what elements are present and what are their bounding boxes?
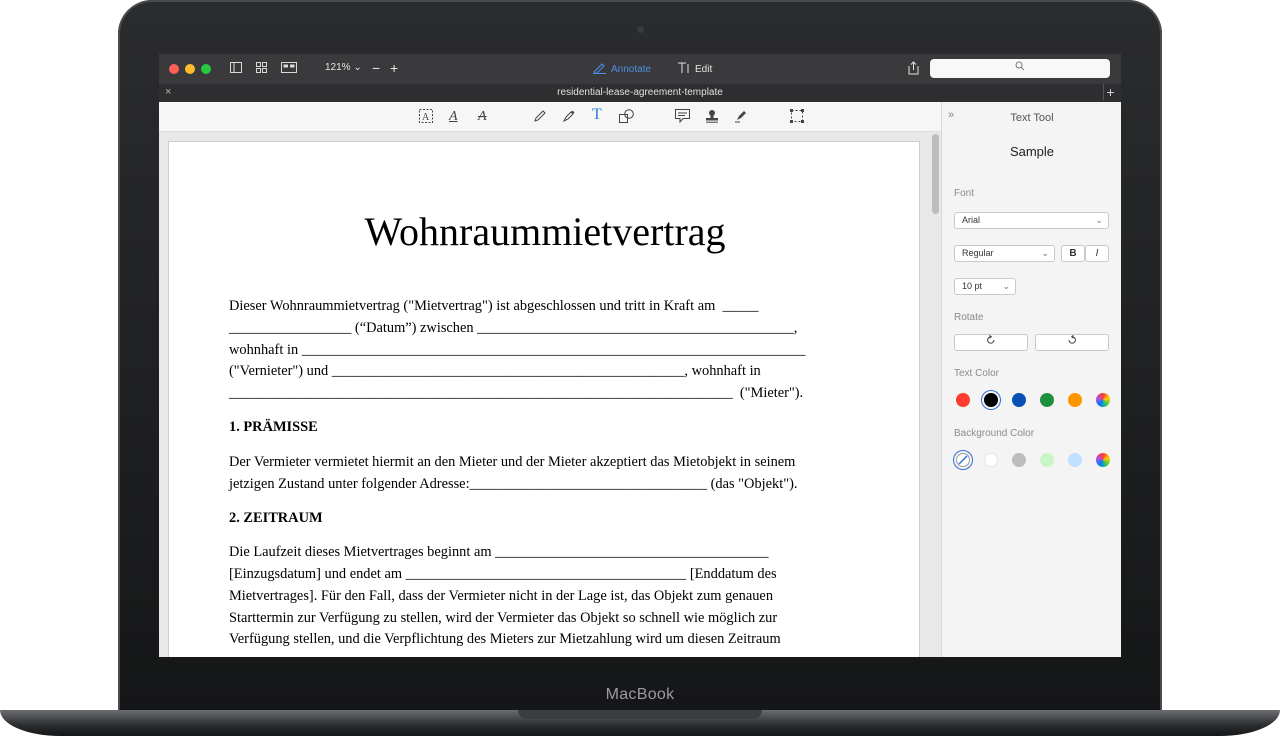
background-blue-swatch[interactable]	[1068, 453, 1082, 467]
bold-button[interactable]: B	[1061, 245, 1085, 262]
inspector-title: Text Tool	[1010, 112, 1054, 124]
section-line: [Einzugsdatum] und endet am ____________…	[229, 566, 777, 582]
text-sample-preview: Sample	[1009, 144, 1055, 159]
camera-icon	[637, 26, 644, 33]
rotate-left-button[interactable]	[954, 334, 1028, 351]
sidebar-icon[interactable]	[230, 62, 242, 76]
minimize-window-button[interactable]	[185, 64, 195, 74]
shapes-icon[interactable]	[619, 109, 634, 126]
strikethrough-text-icon[interactable]: A	[478, 109, 487, 125]
zoom-window-button[interactable]	[201, 64, 211, 74]
background-color-label: Background Color	[954, 428, 1035, 439]
search-input[interactable]	[930, 59, 1110, 78]
text-box-icon[interactable]: A	[419, 109, 433, 126]
note-icon[interactable]	[675, 109, 690, 126]
search-icon	[1015, 61, 1025, 74]
signature-pen-icon[interactable]	[734, 109, 748, 126]
annotate-mode-label: Annotate	[611, 64, 652, 75]
window-controls	[169, 64, 211, 74]
close-window-button[interactable]	[169, 64, 179, 74]
font-family-value: Arial	[962, 215, 981, 225]
zoom-out-icon[interactable]: −	[372, 60, 380, 76]
two-page-icon[interactable]	[281, 62, 297, 76]
section-heading: 2. ZEITRAUM	[229, 510, 323, 526]
intro-line: Dieser Wohnraummietvertrag ("Mietvertrag…	[229, 298, 759, 314]
text-color-label: Text Color	[954, 368, 1000, 379]
chevron-down-icon: ⌄	[1095, 215, 1103, 225]
text-color-picker-icon[interactable]	[1096, 393, 1110, 407]
zoom-level-dropdown[interactable]: 121% ⌄	[325, 62, 362, 73]
font-label: Font	[954, 188, 975, 199]
text-color-red-swatch[interactable]	[956, 393, 970, 407]
rotate-left-icon	[986, 334, 996, 348]
chevron-down-icon: ⌄	[1041, 248, 1049, 258]
underline-text-icon[interactable]: A	[449, 109, 458, 125]
zoom-level-value: 121%	[325, 62, 351, 73]
background-gray-swatch[interactable]	[1012, 453, 1026, 467]
intro-line: wohnhaft in ____________________________…	[229, 342, 806, 358]
edit-text-icon	[677, 62, 690, 77]
text-color-orange-swatch[interactable]	[1068, 393, 1082, 407]
font-size-value: 10 pt	[962, 281, 983, 291]
rotate-right-icon	[1067, 334, 1077, 348]
intro-line: ("Vernieter") und ______________________…	[229, 363, 761, 379]
section-line: Verfügung stellen, und die Verpflichtung…	[229, 631, 781, 647]
text-tool-icon[interactable]: T	[592, 107, 602, 123]
text-color-green-swatch[interactable]	[1040, 393, 1054, 407]
share-icon[interactable]	[908, 61, 919, 78]
svg-text:A: A	[422, 112, 430, 123]
document-area: A A A T Wohnraummietvertrag Dieser Wohnr…	[159, 102, 941, 657]
document-title: Wohnraummietvertrag	[364, 209, 726, 254]
title-bar: 121% ⌄ − + Annotate Edit	[159, 54, 1121, 84]
device-brand-label: MacBook	[605, 686, 675, 703]
text-color-black-swatch[interactable]	[984, 393, 998, 407]
italic-button[interactable]: I	[1085, 245, 1109, 262]
intro-line: ________________________________________…	[229, 385, 804, 401]
section-line: Starttermin zur Verfügung zu stellen, wi…	[229, 610, 778, 626]
tab-bar: × residential-lease-agreement-template +	[159, 84, 1121, 102]
text-color-blue-swatch[interactable]	[1012, 393, 1026, 407]
font-style-value: Regular	[962, 248, 994, 258]
background-green-swatch[interactable]	[1040, 453, 1054, 467]
chevron-down-icon: ⌄	[353, 62, 362, 73]
selection-icon[interactable]	[790, 109, 804, 126]
section-line: Die Laufzeit dieses Mietvertrages beginn…	[229, 544, 769, 560]
font-size-select[interactable]: 10 pt ⌄	[954, 278, 1016, 295]
chevron-down-icon: ⌄	[1002, 281, 1010, 291]
scroll-thumb[interactable]	[932, 134, 939, 214]
section-heading: 1. PRÄMISSE	[229, 419, 318, 435]
document-scrollbar[interactable]	[932, 134, 939, 654]
new-tab-icon[interactable]: +	[1103, 84, 1117, 100]
pencil-icon[interactable]	[533, 109, 547, 126]
font-family-select[interactable]: Arial ⌄	[954, 212, 1109, 229]
rotate-label: Rotate	[954, 312, 984, 323]
zoom-in-icon[interactable]: +	[390, 60, 398, 76]
background-none-swatch[interactable]	[956, 453, 970, 467]
laptop-notch	[518, 710, 762, 719]
highlighter-icon[interactable]	[562, 109, 576, 126]
section-line: Mietvertrages]. Für den Fall, dass der V…	[229, 588, 774, 604]
document-tab[interactable]: residential-lease-agreement-template	[159, 87, 1121, 98]
thumbnails-icon[interactable]	[256, 62, 267, 76]
background-color-picker-icon[interactable]	[1096, 453, 1110, 467]
section-line: Der Vermieter vermietet hiermit an den M…	[229, 454, 796, 470]
app-window: 121% ⌄ − + Annotate Edit × residential-l…	[159, 54, 1121, 657]
font-style-select[interactable]: Regular ⌄	[954, 245, 1055, 262]
stamp-icon[interactable]	[705, 109, 719, 126]
edit-mode-label: Edit	[695, 64, 713, 75]
inspector-panel: » Text Tool Sample Font Arial ⌄ Regular …	[941, 102, 1121, 657]
annotation-toolbar: A A A T	[159, 102, 941, 132]
annotate-mode-button[interactable]: Annotate	[592, 62, 651, 77]
edit-mode-button[interactable]: Edit	[677, 62, 712, 77]
document-page[interactable]: Wohnraummietvertrag Dieser Wohnraummietv…	[168, 141, 920, 657]
annotate-pen-icon	[592, 62, 606, 77]
background-white-swatch[interactable]	[984, 453, 998, 467]
intro-line: _________________ (“Datum”) zwischen ___…	[229, 320, 798, 336]
rotate-right-button[interactable]	[1035, 334, 1109, 351]
section-line: jetzigen Zustand unter folgender Adresse…	[229, 476, 798, 492]
